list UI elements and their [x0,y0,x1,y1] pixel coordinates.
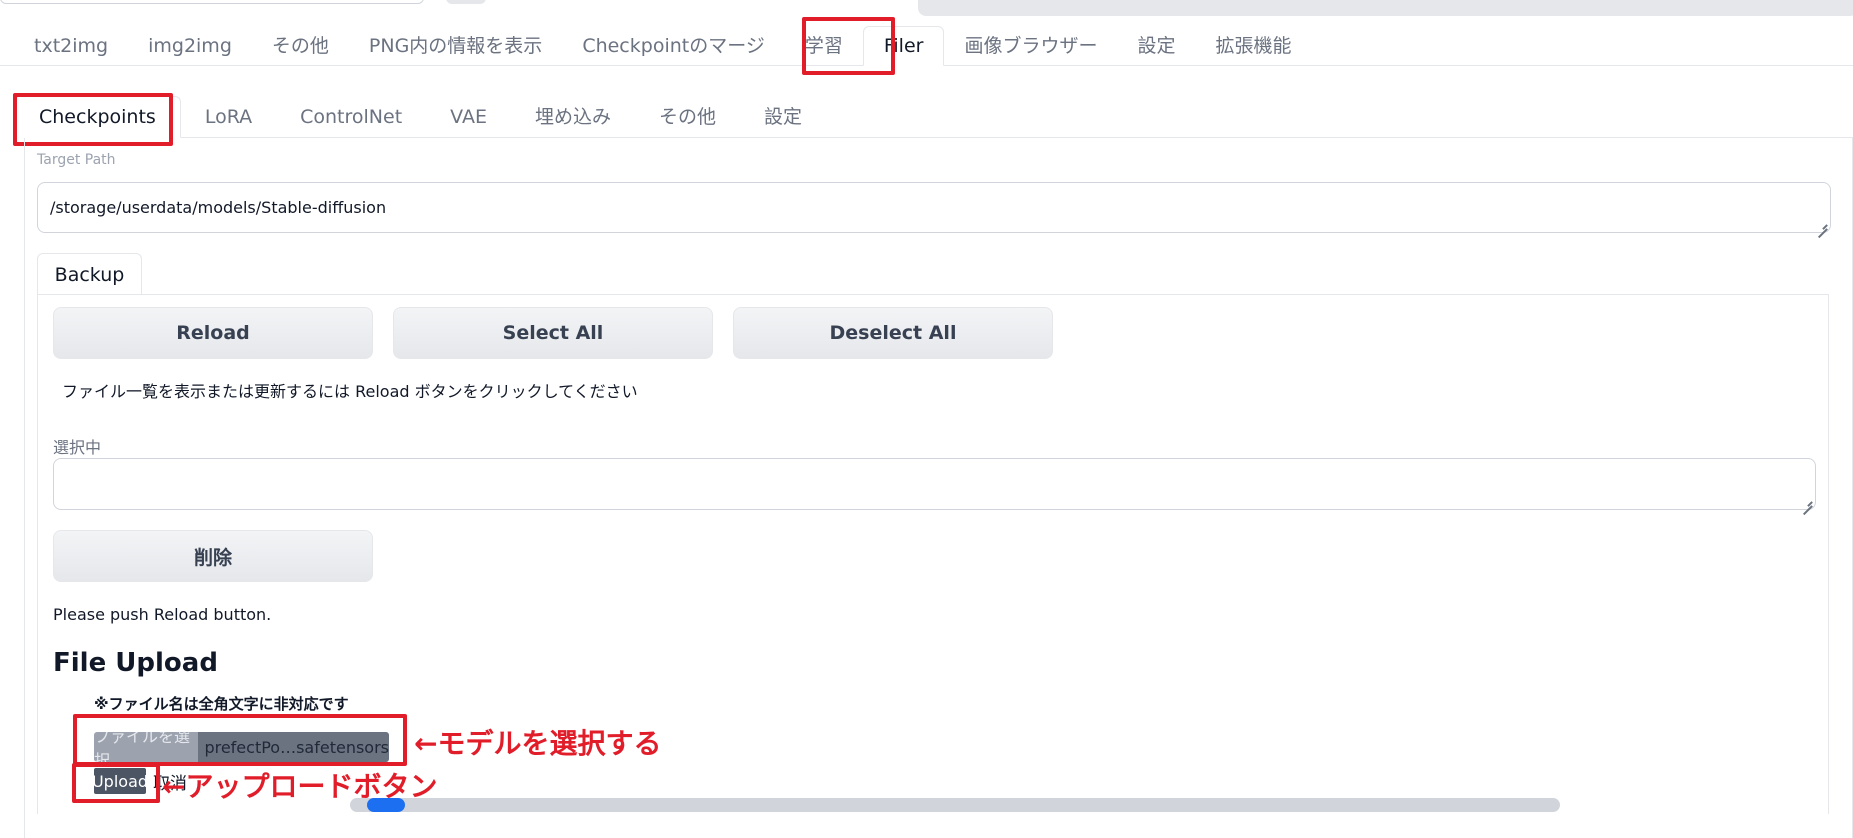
main-tab-bar: txt2img img2img その他 PNG内の情報を表示 Checkpoin… [0,26,1853,66]
subtab-settings[interactable]: 設定 [740,97,826,137]
sub-tab-bar: Checkpoints LoRA ControlNet VAE 埋め込み その他… [14,96,1853,138]
file-input[interactable]: ファイルを選択 prefectPo…safetensors [94,732,389,762]
tab-filer[interactable]: Filer [862,26,945,66]
upload-button[interactable]: Upload [92,768,148,794]
selected-input[interactable] [53,458,1816,510]
resize-handle-icon[interactable] [1802,496,1812,506]
tab-img2img[interactable]: img2img [128,27,252,65]
choose-file-button[interactable]: ファイルを選択 [94,732,199,762]
subtab-lora[interactable]: LoRA [181,97,276,137]
tab-extensions[interactable]: 拡張機能 [1196,27,1312,65]
deselect-all-button[interactable]: Deselect All [733,307,1053,359]
target-path-input[interactable]: /storage/userdata/models/Stable-diffusio… [37,182,1831,233]
subtab-checkpoints[interactable]: Checkpoints [14,96,181,138]
top-mini-button[interactable] [446,0,486,4]
target-path-value: /storage/userdata/models/Stable-diffusio… [50,198,387,217]
top-right-bar [918,0,1853,16]
resize-handle-icon[interactable] [1817,219,1827,229]
status-text: Please push Reload button. [53,605,272,624]
subtab-controlnet[interactable]: ControlNet [276,97,426,137]
select-all-button[interactable]: Select All [393,307,713,359]
selected-file-name: prefectPo…safetensors [198,732,389,762]
select-model-annotation: ←モデルを選択する [414,727,662,760]
tab-settings[interactable]: 設定 [1117,27,1195,65]
tab-checkpoint-merger[interactable]: Checkpointのマージ [562,27,785,65]
tab-txt2img[interactable]: txt2img [14,27,128,65]
reload-button[interactable]: Reload [53,307,373,359]
target-path-label: Target Path [37,152,116,168]
file-upload-note: ※ファイル名は全角文字に非対応です [94,695,349,713]
subtab-other[interactable]: その他 [635,97,740,137]
tab-train[interactable]: 学習 [785,27,863,65]
delete-button[interactable]: 削除 [53,530,373,582]
top-input[interactable] [0,0,424,4]
tab-backup[interactable]: Backup [37,253,142,295]
subtab-vae[interactable]: VAE [426,97,511,137]
reload-hint: ファイル一覧を表示または更新するには Reload ボタンをクリックしてください [62,382,638,401]
subtab-embeddings[interactable]: 埋め込み [511,97,635,137]
tab-png-info[interactable]: PNG内の情報を表示 [349,27,562,65]
tab-extras[interactable]: その他 [252,27,349,65]
tab-image-browser[interactable]: 画像ブラウザー [944,27,1117,65]
file-upload-title: File Upload [53,648,218,678]
selected-label: 選択中 [53,438,102,457]
